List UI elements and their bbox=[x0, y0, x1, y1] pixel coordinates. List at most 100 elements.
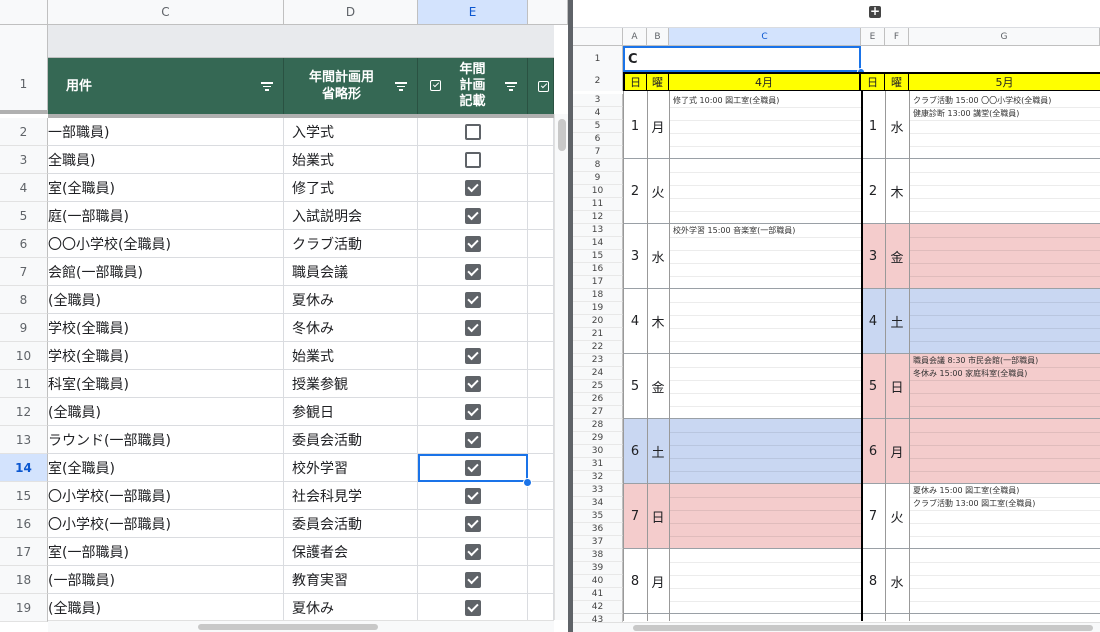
cell-f[interactable] bbox=[528, 202, 554, 230]
row-header[interactable]: 37 bbox=[573, 536, 623, 549]
checkbox-checked[interactable] bbox=[464, 347, 481, 364]
row-header[interactable]: 28 bbox=[573, 419, 623, 432]
cell-d[interactable]: クラブ活動 bbox=[284, 230, 418, 258]
checkbox-checked[interactable] bbox=[464, 263, 481, 280]
row-header[interactable]: 25 bbox=[573, 380, 623, 393]
col-header-b[interactable]: B bbox=[647, 28, 669, 46]
header-yoken[interactable]: 用件 bbox=[48, 58, 284, 114]
cell-e[interactable] bbox=[418, 398, 528, 426]
row-header-18[interactable]: 18 bbox=[0, 566, 48, 594]
row-header[interactable]: 19 bbox=[573, 302, 623, 315]
event-note[interactable]: 職員会議 8:30 市民会館(一部職員) bbox=[909, 354, 1100, 367]
horizontal-scrollbar[interactable] bbox=[48, 620, 554, 632]
row-header[interactable]: 39 bbox=[573, 562, 623, 575]
cell-d[interactable]: 始業式 bbox=[284, 342, 418, 370]
cell-e[interactable] bbox=[418, 566, 528, 594]
scroll-thumb[interactable] bbox=[633, 625, 1093, 631]
col-header-f[interactable] bbox=[528, 0, 568, 25]
checkbox-checked[interactable] bbox=[464, 403, 481, 420]
row-header[interactable]: 30 bbox=[573, 445, 623, 458]
cell-c[interactable]: (一部職員) bbox=[48, 566, 284, 594]
header-next-column[interactable] bbox=[528, 58, 554, 114]
cell-e[interactable] bbox=[418, 454, 528, 482]
row-header-9[interactable]: 9 bbox=[0, 314, 48, 342]
row-header[interactable]: 20 bbox=[573, 315, 623, 328]
cell-d[interactable]: 冬休み bbox=[284, 314, 418, 342]
cell-f[interactable] bbox=[528, 286, 554, 314]
row-header[interactable]: 8 bbox=[573, 159, 623, 172]
checkbox-checked[interactable] bbox=[464, 291, 481, 308]
cell-d[interactable]: 始業式 bbox=[284, 146, 418, 174]
row-header[interactable]: 32 bbox=[573, 471, 623, 484]
cell-f[interactable] bbox=[528, 398, 554, 426]
cell-e[interactable] bbox=[418, 118, 528, 146]
corner-cell[interactable] bbox=[0, 0, 48, 25]
filter-icon[interactable] bbox=[261, 82, 273, 91]
cell-e[interactable] bbox=[418, 426, 528, 454]
header-plan-record[interactable]: 年間 計画 記載 bbox=[418, 58, 528, 114]
filter-icon[interactable] bbox=[395, 82, 407, 91]
scroll-thumb[interactable] bbox=[198, 624, 378, 630]
cell-d[interactable]: 修了式 bbox=[284, 174, 418, 202]
row-header[interactable]: 22 bbox=[573, 341, 623, 354]
checkbox-checked[interactable] bbox=[464, 487, 481, 504]
cell-f[interactable] bbox=[528, 566, 554, 594]
cell-d[interactable]: 教育実習 bbox=[284, 566, 418, 594]
col-header-d[interactable]: D bbox=[284, 0, 418, 25]
row-header-19[interactable]: 19 bbox=[0, 594, 48, 622]
row-header[interactable]: 14 bbox=[573, 237, 623, 250]
event-note[interactable]: クラブ活動 15:00 〇〇小学校(全職員) bbox=[909, 94, 1100, 107]
cell-d[interactable]: 参観日 bbox=[284, 398, 418, 426]
row-header-7[interactable]: 7 bbox=[0, 258, 48, 286]
cell-e[interactable] bbox=[418, 286, 528, 314]
row-header-14[interactable]: 14 bbox=[0, 454, 48, 482]
row-header[interactable]: 38 bbox=[573, 549, 623, 562]
cell-e[interactable] bbox=[418, 510, 528, 538]
row-header-6[interactable]: 6 bbox=[0, 230, 48, 258]
row-header[interactable]: 34 bbox=[573, 497, 623, 510]
event-note[interactable]: 夏休み 15:00 図工室(全職員) bbox=[909, 484, 1100, 497]
add-icon[interactable]: + bbox=[869, 5, 881, 18]
col-header-g[interactable]: G bbox=[909, 28, 1100, 46]
row-header[interactable]: 21 bbox=[573, 328, 623, 341]
row-header[interactable]: 27 bbox=[573, 406, 623, 419]
row-header-2[interactable]: 2 bbox=[0, 118, 48, 146]
checkbox-checked[interactable] bbox=[465, 460, 481, 476]
col-header-e[interactable]: E bbox=[861, 28, 885, 46]
cell-d[interactable]: 職員会議 bbox=[284, 258, 418, 286]
row-header-10[interactable]: 10 bbox=[0, 342, 48, 370]
cell-c[interactable]: 学校(全職員) bbox=[48, 342, 284, 370]
cell-d[interactable]: 校外学習 bbox=[284, 454, 418, 482]
row-header[interactable]: 16 bbox=[573, 263, 623, 276]
cell-f[interactable] bbox=[528, 510, 554, 538]
cell-c[interactable]: 〇小学校(一部職員) bbox=[48, 482, 284, 510]
cell-e[interactable] bbox=[418, 258, 528, 286]
cell-f[interactable] bbox=[528, 174, 554, 202]
row-header[interactable]: 31 bbox=[573, 458, 623, 471]
row-header[interactable]: 33 bbox=[573, 484, 623, 497]
cell-f[interactable] bbox=[528, 230, 554, 258]
event-note[interactable]: クラブ活動 13:00 図工室(全職員) bbox=[909, 497, 1100, 510]
row-header[interactable]: 18 bbox=[573, 289, 623, 302]
checkbox-checked[interactable] bbox=[464, 431, 481, 448]
row-header[interactable]: 29 bbox=[573, 432, 623, 445]
cell-c[interactable]: 〇〇小学校(全職員) bbox=[48, 230, 284, 258]
checkbox-checked[interactable] bbox=[464, 235, 481, 252]
row-header[interactable]: 3 bbox=[573, 94, 623, 107]
cell-f[interactable] bbox=[528, 370, 554, 398]
cell-f[interactable] bbox=[528, 538, 554, 566]
cell-e[interactable] bbox=[418, 370, 528, 398]
header-abbreviation[interactable]: 年間計画用 省略形 bbox=[284, 58, 418, 114]
row-header[interactable]: 17 bbox=[573, 276, 623, 289]
checkbox-checked[interactable] bbox=[464, 571, 481, 588]
row-header-5[interactable]: 5 bbox=[0, 202, 48, 230]
corner-cell[interactable] bbox=[573, 28, 623, 46]
cell-d[interactable]: 委員会活動 bbox=[284, 426, 418, 454]
checkbox-checked[interactable] bbox=[464, 375, 481, 392]
horizontal-scrollbar[interactable] bbox=[573, 622, 1100, 632]
cell-c[interactable]: 〇小学校(一部職員) bbox=[48, 510, 284, 538]
cell-c[interactable]: ラウンド(一部職員) bbox=[48, 426, 284, 454]
selection-handle[interactable] bbox=[523, 478, 532, 487]
selected-cell-c1[interactable]: C bbox=[623, 46, 861, 72]
row-header-8[interactable]: 8 bbox=[0, 286, 48, 314]
